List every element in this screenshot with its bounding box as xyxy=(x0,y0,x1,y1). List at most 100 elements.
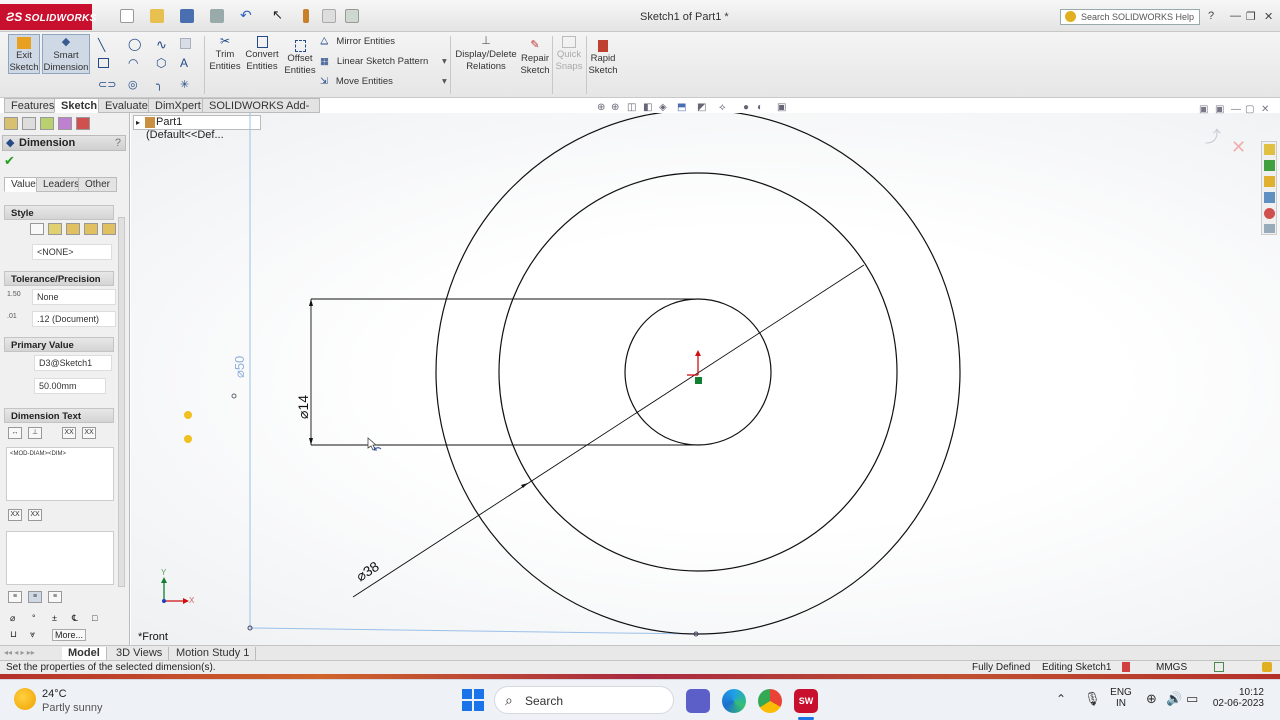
text-xx-icon[interactable]: XX xyxy=(8,509,22,521)
dynamic-annotation-icon[interactable]: ◈ xyxy=(659,102,667,113)
offset-entities-button[interactable]: Offset Entities xyxy=(284,38,316,77)
start-windows-icon[interactable] xyxy=(462,689,484,711)
move-entities-button[interactable]: ⇲ Move Entities xyxy=(320,76,393,87)
dimension-text-area[interactable]: <MOD-DIAM><DIM> xyxy=(6,447,114,501)
appearance-icon[interactable]: ● xyxy=(743,102,749,113)
text-xx2-icon[interactable]: XX xyxy=(28,509,42,521)
tab-sketch[interactable]: Sketch xyxy=(54,98,105,113)
quick-snaps-button[interactable]: Quick Snaps xyxy=(554,34,584,73)
print-icon[interactable] xyxy=(210,9,224,23)
tab-evaluate[interactable]: Evaluate xyxy=(98,98,155,113)
edge-browser-icon[interactable] xyxy=(722,689,746,713)
square-symbol-icon[interactable]: □ xyxy=(92,613,97,623)
dim-50-label[interactable]: ⌀50 xyxy=(232,356,248,378)
section-view-icon[interactable]: ◧ xyxy=(643,102,652,113)
linear-pattern-button[interactable]: ▦ Linear Sketch Pattern xyxy=(320,56,428,67)
apply-default-style-icon[interactable] xyxy=(30,223,44,235)
display-style-icon[interactable]: ◩ xyxy=(697,102,706,113)
network-globe-icon[interactable]: ⊕ xyxy=(1146,691,1157,707)
add-parentheses-icon[interactable]: ↔ xyxy=(8,427,22,439)
weather-temperature[interactable]: 24°C xyxy=(42,688,67,700)
centerline-symbol-icon[interactable]: ℄ xyxy=(72,613,78,624)
taskbar-search-box[interactable]: ⌕ Search xyxy=(494,686,674,714)
style-select[interactable]: <NONE> xyxy=(32,244,112,260)
language-indicator[interactable]: ENG IN xyxy=(1110,687,1132,709)
exit-sketch-button[interactable]: Exit Sketch xyxy=(8,34,40,74)
open-folder-icon[interactable] xyxy=(150,9,164,23)
arc-icon[interactable]: ◠ xyxy=(128,56,138,70)
slot-tool-icon[interactable]: ⊂⊃ xyxy=(98,78,116,91)
display-manager-icon[interactable] xyxy=(76,117,90,130)
zoom-area-icon[interactable]: ⊕ xyxy=(611,102,619,113)
update-style-icon[interactable] xyxy=(66,223,80,235)
tab-scroll-arrows[interactable]: ◂◂ ◂ ▸ ▸▸ xyxy=(4,648,58,659)
clock[interactable]: 10:12 02-06-2023 xyxy=(1212,687,1264,709)
dimension-text-area-lower[interactable] xyxy=(6,531,114,585)
dimxpert-manager-icon[interactable] xyxy=(58,117,72,130)
tolerance-section-header[interactable]: Tolerance/Precision xyxy=(4,271,114,286)
scene-icon[interactable]: ◐ xyxy=(757,102,763,113)
weather-condition[interactable]: Partly sunny xyxy=(42,702,103,714)
view-settings-icon[interactable]: ▣ xyxy=(777,102,786,113)
center-dimension-icon[interactable]: ⊥ xyxy=(28,427,42,439)
options-icon[interactable] xyxy=(345,9,359,23)
notification-icon[interactable] xyxy=(1262,662,1272,672)
help-search-input[interactable]: Search SOLIDWORKS Help xyxy=(1060,9,1200,25)
zoom-to-fit-icon[interactable]: ⊕ xyxy=(597,102,605,113)
view-orientation-icon[interactable]: ⬒ xyxy=(677,102,686,113)
save-icon[interactable] xyxy=(180,9,194,23)
undo-icon[interactable]: ↶ xyxy=(240,8,254,23)
circle-icon[interactable]: ◯ xyxy=(128,37,141,51)
repair-sketch-button[interactable]: ✎ Repair Sketch xyxy=(520,38,550,77)
save-style-icon[interactable] xyxy=(84,223,98,235)
file-properties-icon[interactable] xyxy=(322,9,336,23)
point-icon[interactable]: ◎ xyxy=(128,78,138,91)
subtab-other[interactable]: Other xyxy=(78,177,118,192)
minimize-icon[interactable]: — xyxy=(1230,10,1241,22)
tab-dimxpert[interactable]: DimXpert xyxy=(148,98,208,113)
close-icon[interactable]: ✕ xyxy=(1264,10,1273,23)
customize-status-icon[interactable] xyxy=(1214,662,1224,672)
teams-chat-icon[interactable] xyxy=(686,689,710,713)
linear-pattern-dropdown-icon[interactable]: ▾ xyxy=(442,56,447,67)
rapid-sketch-button[interactable]: Rapid Sketch xyxy=(588,38,618,77)
counterbore-symbol-icon[interactable]: ⊔ xyxy=(10,629,17,640)
dimension-name-field[interactable]: D3@Sketch1 xyxy=(34,355,112,371)
display-delete-relations-button[interactable]: ⊥ Display/Delete Relations xyxy=(454,34,518,73)
dimension-text-section-header[interactable]: Dimension Text xyxy=(4,408,114,423)
restore-icon[interactable]: ❐ xyxy=(1246,10,1256,23)
text-icon[interactable]: A xyxy=(180,56,188,70)
microphone-icon[interactable]: 🎙 xyxy=(1084,691,1101,707)
inspection-icon[interactable]: XX xyxy=(62,427,76,439)
tab-model[interactable]: Model xyxy=(62,647,107,660)
line-icon[interactable]: ╲ xyxy=(98,38,105,52)
new-document-icon[interactable] xyxy=(120,9,134,23)
load-style-icon[interactable] xyxy=(102,223,116,235)
dim-14-label[interactable]: ⌀14 xyxy=(295,395,312,419)
offset-text-icon[interactable]: XX xyxy=(82,427,96,439)
tolerance-type-select[interactable]: None xyxy=(32,289,116,305)
slot-icon[interactable] xyxy=(180,38,191,49)
ok-checkmark-icon[interactable]: ✔ xyxy=(4,153,15,169)
show-hidden-icons-chevron[interactable]: ⌃ xyxy=(1056,692,1066,706)
fillet-icon[interactable]: ╮ xyxy=(156,78,163,91)
mirror-entities-button[interactable]: ⧋ Mirror Entities xyxy=(320,36,395,47)
graphics-area[interactable]: ▸ Part1 (Default<<Def... ⊕ ⊕ ◫ ◧ ◈ ⬒ ◩ ⟡… xyxy=(131,102,1280,645)
degree-symbol-icon[interactable]: ° xyxy=(32,613,36,623)
dimension-value-field[interactable]: 50.00mm xyxy=(34,378,106,394)
configuration-manager-icon[interactable] xyxy=(40,117,54,130)
rebuild-status-icon[interactable] xyxy=(1122,662,1130,672)
smart-dimension-button[interactable]: ◆ Smart Dimension xyxy=(42,34,90,74)
feature-manager-icon[interactable] xyxy=(4,117,18,130)
hide-show-icon[interactable]: ⟡ xyxy=(719,102,726,113)
weather-sun-icon[interactable] xyxy=(14,688,36,710)
primary-value-section-header[interactable]: Primary Value xyxy=(4,337,114,352)
chrome-browser-icon[interactable] xyxy=(758,689,782,713)
battery-icon[interactable]: ▭ xyxy=(1186,691,1198,707)
move-dropdown-icon[interactable]: ▾ xyxy=(442,76,447,87)
tab-features[interactable]: Features xyxy=(4,98,62,113)
add-style-icon[interactable] xyxy=(48,223,62,235)
help-icon[interactable]: ? xyxy=(115,136,121,150)
tab-addins[interactable]: SOLIDWORKS Add-Ins xyxy=(202,98,320,126)
volume-icon[interactable]: 🔊 xyxy=(1166,691,1182,707)
